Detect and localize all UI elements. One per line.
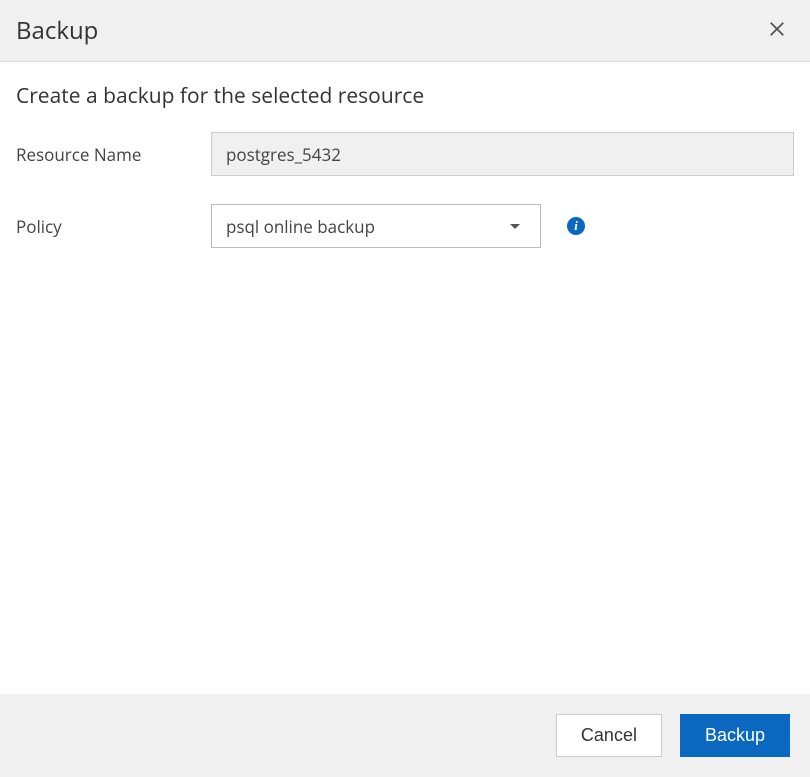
- resource-name-label: Resource Name: [16, 143, 211, 166]
- dialog-title: Backup: [16, 14, 98, 47]
- dialog-header: Backup: [0, 0, 810, 62]
- policy-select-wrap: psql online backup: [211, 204, 541, 248]
- backup-button[interactable]: Backup: [680, 714, 790, 757]
- policy-label: Policy: [16, 215, 211, 238]
- policy-selected-value: psql online backup: [226, 215, 375, 238]
- resource-name-field: postgres_5432: [211, 132, 794, 176]
- policy-row: Policy psql online backup i: [16, 204, 794, 248]
- policy-select[interactable]: psql online backup: [211, 204, 541, 248]
- close-icon: [768, 20, 786, 38]
- resource-name-value: postgres_5432: [226, 143, 341, 166]
- dialog-body: Create a backup for the selected resourc…: [0, 62, 810, 694]
- resource-name-row: Resource Name postgres_5432: [16, 132, 794, 176]
- policy-info-wrap: i: [567, 217, 585, 235]
- close-button[interactable]: [764, 16, 790, 45]
- cancel-button[interactable]: Cancel: [556, 714, 662, 757]
- info-icon[interactable]: i: [567, 217, 585, 235]
- dialog-subtitle: Create a backup for the selected resourc…: [16, 82, 794, 110]
- chevron-down-icon: [510, 224, 520, 229]
- dialog-footer: Cancel Backup: [0, 694, 810, 777]
